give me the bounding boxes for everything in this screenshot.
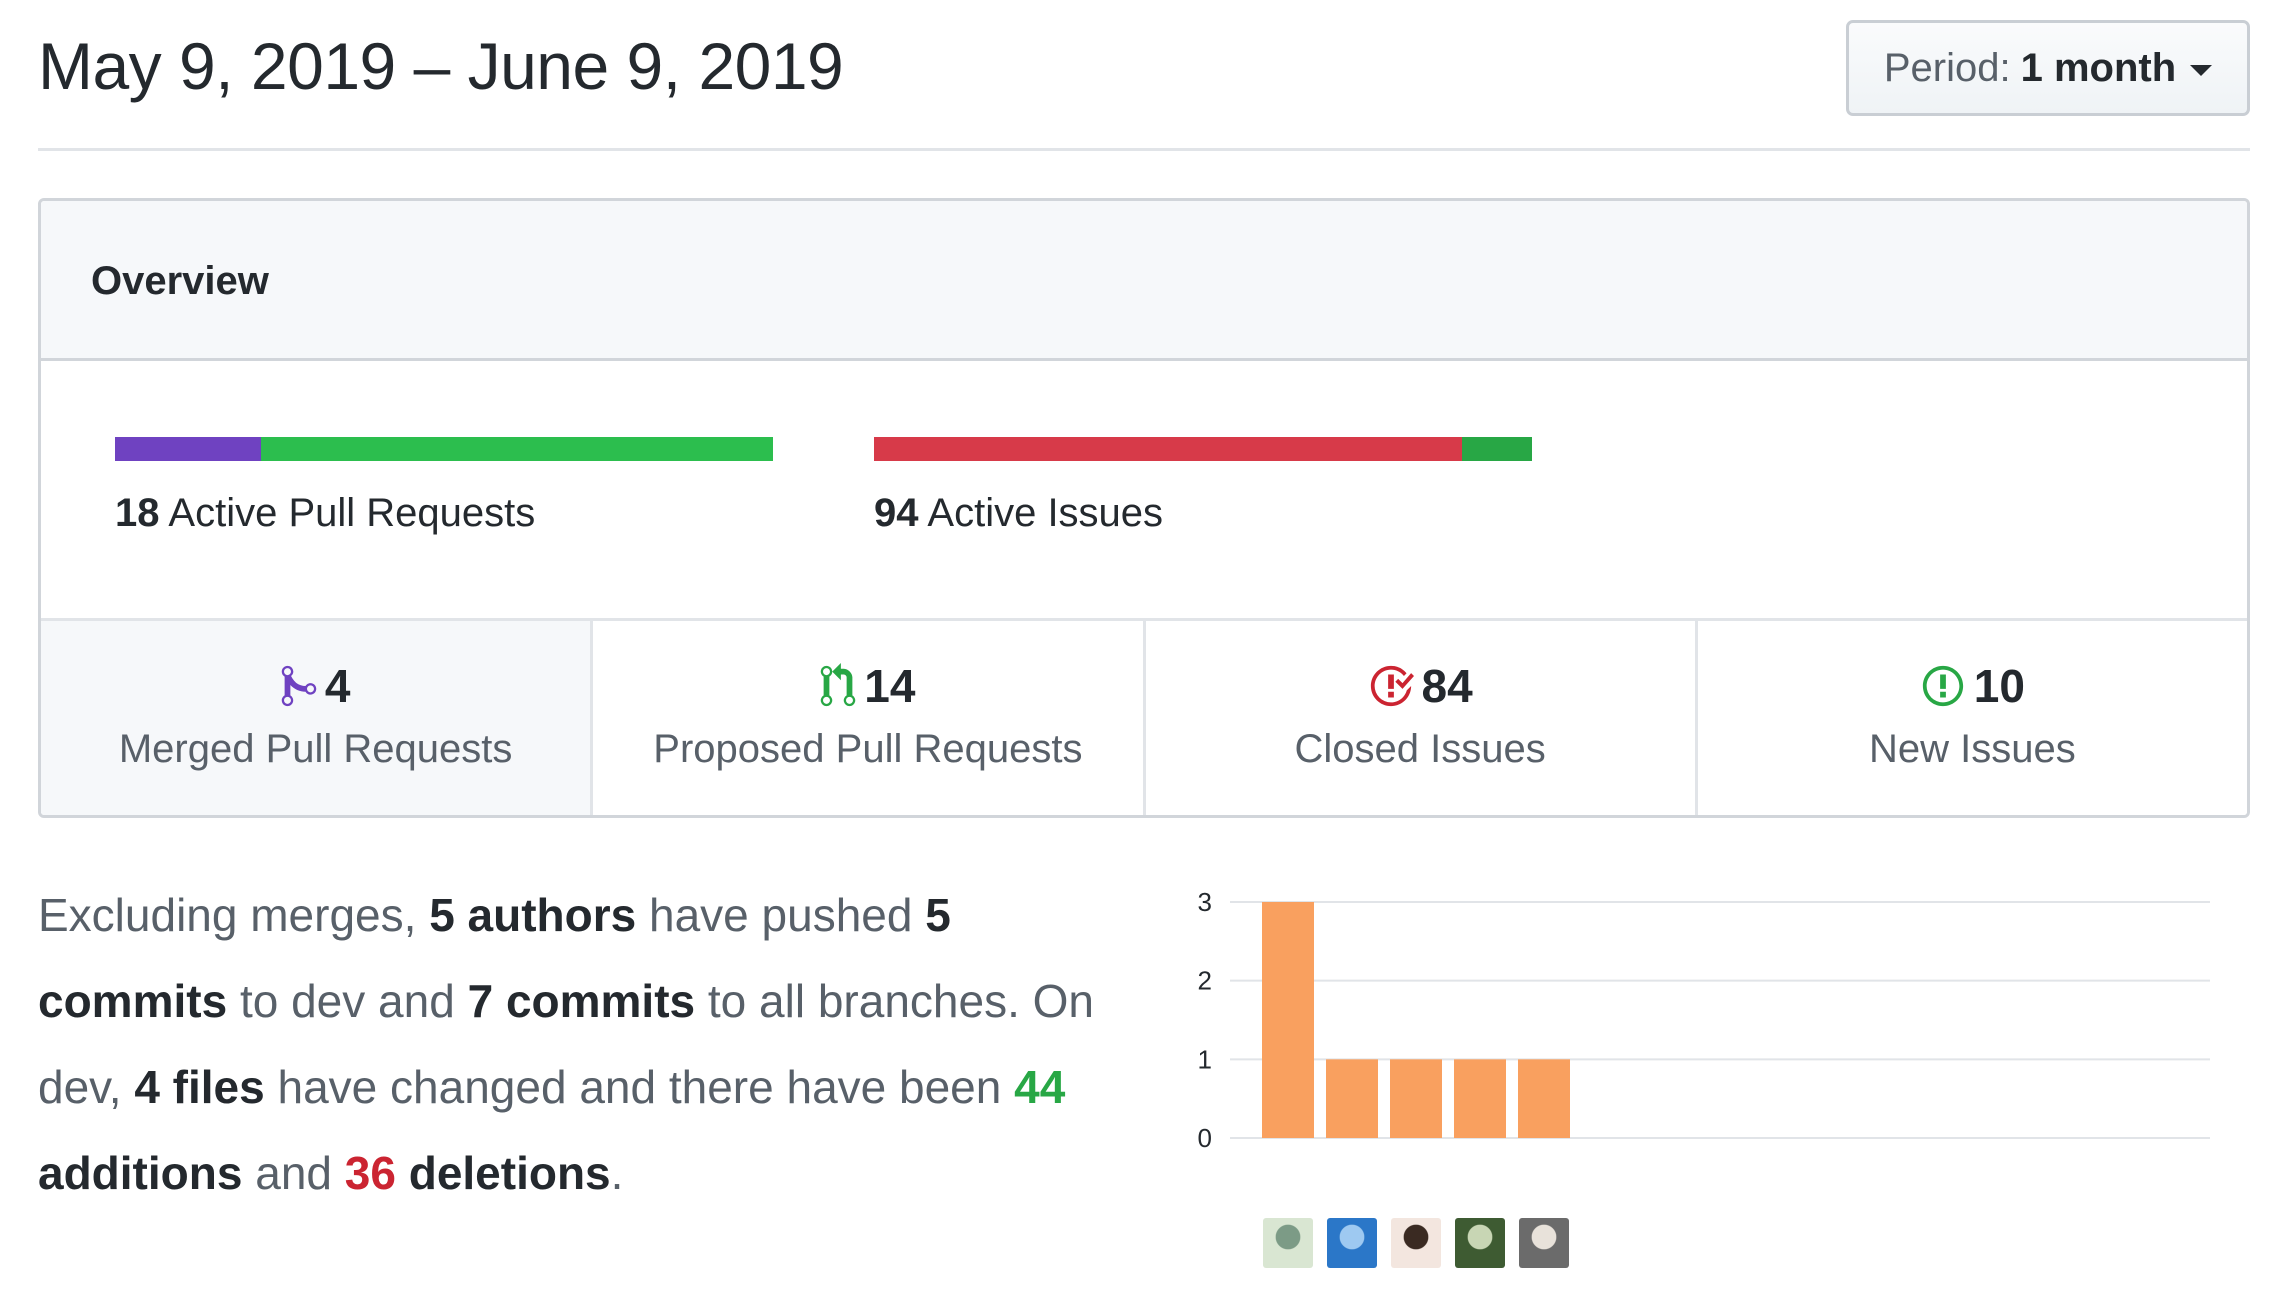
summary-text: and: [242, 1147, 345, 1199]
stat-merged-pull-requests[interactable]: 4 Merged Pull Requests: [41, 621, 594, 815]
overview-header: Overview: [41, 201, 2247, 361]
chevron-down-icon: [2190, 64, 2213, 76]
active-issues-count: 94: [874, 491, 919, 535]
overview-title: Overview: [91, 259, 269, 303]
summary-text: have changed and there have been: [264, 1061, 1015, 1113]
summary-text: have pushed: [636, 889, 926, 941]
git-pull-request-icon: [820, 663, 856, 709]
summary-text: .: [610, 1147, 624, 1199]
y-tick-label: 1: [1198, 1044, 1212, 1074]
header: May 9, 2019 – June 9, 2019 Period: 1 mon…: [38, 0, 2250, 151]
new-segment: [1462, 437, 1532, 461]
additions-count: 44: [1014, 1061, 1066, 1113]
deletions-word: deletions: [408, 1147, 611, 1199]
proposed-label: Proposed Pull Requests: [653, 727, 1083, 771]
stat-new-issues[interactable]: 10 New Issues: [1697, 621, 2247, 815]
active-pull-requests-label[interactable]: 18 Active Pull Requests: [115, 491, 535, 536]
issue-closed-icon: [1368, 663, 1414, 709]
merged-segment: [115, 437, 262, 461]
overview-box: Overview 18 Active Pull Requests 94 Acti…: [38, 198, 2250, 818]
new-count: 10: [1973, 660, 2025, 712]
issue-opened-icon: [1920, 663, 1966, 709]
commits-all-count: 7 commits: [467, 975, 696, 1027]
author-avatar[interactable]: [1519, 1218, 1569, 1268]
active-issues-label[interactable]: 94 Active Issues: [874, 491, 1163, 536]
date-range-title: May 9, 2019 – June 9, 2019: [38, 29, 844, 103]
new-label: New Issues: [1869, 727, 2076, 771]
chart-svg: 0 1 2 3: [1198, 887, 2210, 1153]
y-tick-label: 2: [1198, 966, 1212, 996]
active-pull-requests-text: Active Pull Requests: [168, 491, 536, 535]
merged-label: Merged Pull Requests: [118, 727, 513, 771]
bar-author-2[interactable]: [1326, 1059, 1378, 1138]
git-merge-icon: [281, 663, 317, 709]
bar-author-3[interactable]: [1390, 1059, 1442, 1138]
closed-count: 84: [1421, 660, 1473, 712]
author-avatar[interactable]: [1391, 1218, 1441, 1268]
pull-requests-bar[interactable]: [115, 437, 773, 461]
summary-text: Excluding merges,: [38, 889, 430, 941]
closed-label: Closed Issues: [1294, 727, 1546, 771]
author-avatar[interactable]: [1263, 1218, 1313, 1268]
commits-by-author-chart: 0 1 2 3: [1180, 870, 2240, 1290]
y-tick-label: 0: [1198, 1123, 1212, 1153]
author-avatar[interactable]: [1327, 1218, 1377, 1268]
bar-author-4[interactable]: [1454, 1059, 1506, 1138]
activity-bars: 18 Active Pull Requests 94 Active Issues: [41, 361, 2247, 618]
authors-count: 5 authors: [429, 889, 637, 941]
period-value: 1 month: [2020, 45, 2177, 90]
summary-text: to dev and: [227, 975, 468, 1027]
additions-word: additions: [38, 1147, 243, 1199]
author-avatar[interactable]: [1455, 1218, 1505, 1268]
deletions-count: 36: [344, 1147, 396, 1199]
stat-closed-issues[interactable]: 84 Closed Issues: [1145, 621, 1698, 815]
stats-row: 4 Merged Pull Requests 14 Proposed Pull …: [41, 618, 2247, 815]
open-segment: [261, 437, 773, 461]
files-count: 4 files: [134, 1061, 265, 1113]
closed-segment: [874, 437, 1463, 461]
commit-summary: Excluding merges, 5 authors have pushed …: [38, 872, 1118, 1216]
bar-author-5[interactable]: [1518, 1059, 1570, 1138]
issues-bar[interactable]: [874, 437, 1532, 461]
merged-count: 4: [324, 660, 351, 712]
active-issues-text: Active Issues: [927, 491, 1164, 535]
period-label: Period:: [1883, 45, 2011, 90]
proposed-count: 14: [864, 660, 916, 712]
period-dropdown[interactable]: Period: 1 month: [1846, 20, 2250, 116]
stat-proposed-pull-requests[interactable]: 14 Proposed Pull Requests: [593, 621, 1146, 815]
active-pull-requests-count: 18: [115, 491, 160, 535]
bar-author-1[interactable]: [1262, 902, 1314, 1138]
y-tick-label: 3: [1198, 887, 1212, 917]
